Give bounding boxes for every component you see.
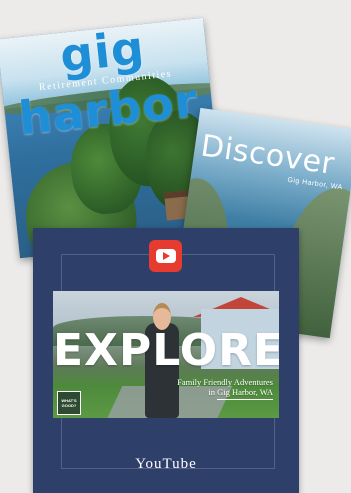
tagline-line-2: in Gig Harbor, WA — [208, 387, 273, 397]
youtube-card[interactable]: EXPLORE Family Friendly Adventures in Gi… — [33, 228, 299, 493]
thumbnail-tagline: Family Friendly Adventures in Gig Harbor… — [177, 377, 273, 400]
magazine-title: Discover — [198, 128, 337, 182]
tagline-line-1: Family Friendly Adventures — [177, 377, 273, 387]
thumbnail-title: EXPLORE — [53, 325, 279, 376]
video-thumbnail[interactable]: EXPLORE Family Friendly Adventures in Gi… — [53, 291, 279, 418]
tagline-underline — [217, 399, 273, 400]
whats-good-logo: WHAT'S GOOD? — [57, 391, 81, 415]
youtube-play-icon[interactable] — [149, 240, 182, 272]
card-label[interactable]: YouTube — [33, 456, 299, 473]
play-triangle-icon — [155, 249, 176, 263]
